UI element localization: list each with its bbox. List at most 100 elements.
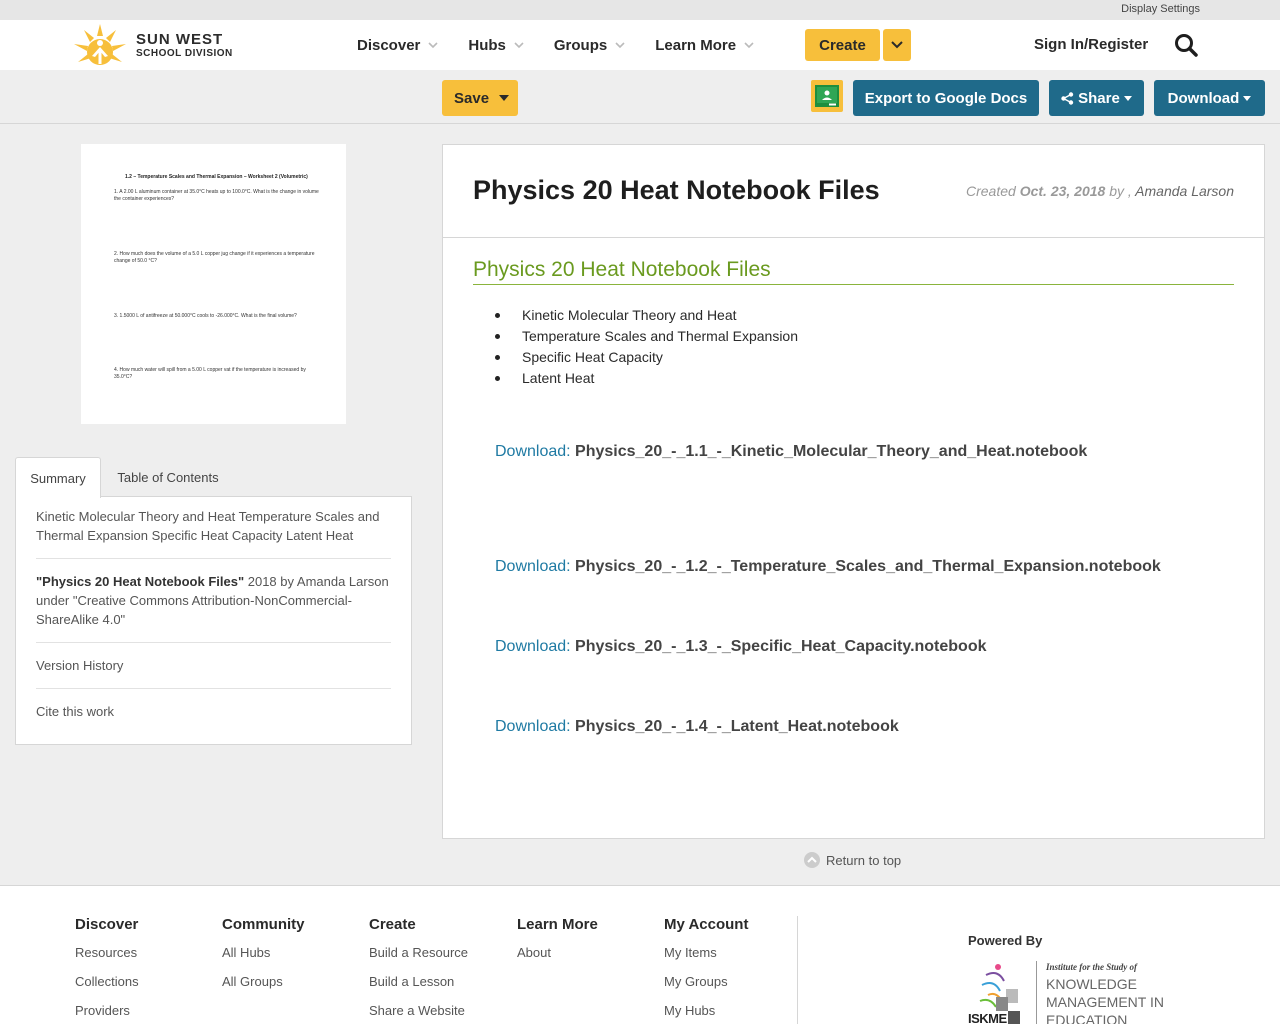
nav-learn-more[interactable]: Learn More bbox=[655, 37, 754, 54]
export-google-docs-button[interactable]: Export to Google Docs bbox=[853, 80, 1039, 116]
download-link[interactable]: Download: bbox=[495, 718, 575, 735]
footer-link[interactable]: All Hubs bbox=[222, 945, 305, 974]
file-name[interactable]: Physics_20_-_1.4_-_Latent_Heat.notebook bbox=[575, 718, 899, 735]
footer-link[interactable]: Build a Resource bbox=[369, 945, 468, 974]
google-classroom-icon[interactable] bbox=[811, 80, 843, 112]
divider bbox=[36, 642, 391, 643]
caret-down-icon bbox=[1123, 95, 1132, 101]
footer-link[interactable]: Resources bbox=[75, 945, 139, 974]
thumbnail-question: 4. How much water will spill from a 5.00… bbox=[114, 367, 306, 380]
footer-link[interactable]: Share a Website bbox=[369, 1003, 468, 1024]
summary-text: Kinetic Molecular Theory and Heat Temper… bbox=[36, 509, 380, 543]
footer-link[interactable]: My Groups bbox=[664, 974, 748, 1003]
created-date: Oct. 23, 2018 bbox=[1019, 183, 1106, 199]
chevron-down-icon bbox=[744, 42, 754, 49]
download-line: Download: Physics_20_-_1.3_-_Specific_He… bbox=[495, 638, 987, 656]
sidebar-tabs: Summary Table of Contents bbox=[15, 457, 412, 498]
nav-hubs[interactable]: Hubs bbox=[468, 37, 524, 54]
iskme-line1: KNOWLEDGE bbox=[1046, 976, 1138, 992]
return-to-top-link[interactable]: Return to top bbox=[804, 852, 901, 868]
footer-heading: Discover bbox=[75, 916, 139, 933]
thumbnail-question: 2. How much does the volume of a 5.0 L c… bbox=[114, 251, 315, 264]
site-footer: Discover Resources Collections Providers… bbox=[0, 885, 1280, 1024]
footer-column-learn-more: Learn More About bbox=[517, 916, 598, 974]
chevron-down-icon bbox=[428, 42, 438, 49]
display-settings-link[interactable]: Display Settings bbox=[1121, 3, 1200, 15]
thumbnail-title: 1.2 – Temperature Scales and Thermal Exp… bbox=[125, 174, 308, 180]
footer-column-community: Community All Hubs All Groups bbox=[222, 916, 305, 1003]
cite-this-work-link[interactable]: Cite this work bbox=[36, 702, 391, 721]
tab-summary[interactable]: Summary bbox=[15, 457, 101, 498]
topic-list: Kinetic Molecular Theory and Heat Temper… bbox=[494, 305, 798, 389]
iskme-logo[interactable]: ISKME Institute for the Study of KNOWLED… bbox=[968, 961, 1178, 1024]
footer-heading: My Account bbox=[664, 916, 749, 933]
footer-divider bbox=[797, 916, 798, 1024]
nav-discover[interactable]: Discover bbox=[357, 37, 438, 54]
iskme-line2: MANAGEMENT IN bbox=[1046, 994, 1164, 1010]
footer-link[interactable]: Build a Lesson bbox=[369, 974, 468, 1003]
page-title: Physics 20 Heat Notebook Files bbox=[473, 175, 880, 205]
thumbnail-question: 1. A 2.00 L aluminum container at 35.0°C… bbox=[114, 189, 319, 202]
footer-link[interactable]: About bbox=[517, 945, 598, 974]
footer-link[interactable]: Collections bbox=[75, 974, 139, 1003]
divider bbox=[36, 558, 391, 559]
download-link[interactable]: Download: bbox=[495, 443, 575, 460]
created-meta: Created Oct. 23, 2018 by , Amanda Larson bbox=[966, 183, 1234, 199]
section-title: Physics 20 Heat Notebook Files bbox=[473, 258, 1234, 285]
search-icon[interactable] bbox=[1173, 32, 1199, 58]
sign-in-register-link[interactable]: Sign In/Register bbox=[1034, 36, 1148, 53]
download-link[interactable]: Download: bbox=[495, 638, 575, 655]
nav-groups[interactable]: Groups bbox=[554, 37, 625, 54]
create-button[interactable]: Create bbox=[805, 29, 880, 61]
thumbnail-question: 3. 1.5000 L of antifreeze at 50.000°C co… bbox=[114, 313, 297, 319]
footer-heading: Create bbox=[369, 916, 416, 933]
author-name[interactable]: Amanda Larson bbox=[1135, 183, 1234, 199]
resource-header: Physics 20 Heat Notebook Files Created O… bbox=[443, 145, 1264, 238]
caret-down-icon bbox=[1243, 95, 1252, 101]
iskme-mark-text: ISKME bbox=[968, 1011, 1007, 1024]
share-button[interactable]: Share bbox=[1049, 80, 1144, 116]
resource-thumbnail[interactable]: 1.2 – Temperature Scales and Thermal Exp… bbox=[81, 144, 346, 424]
main-nav: Discover Hubs Groups Learn More bbox=[357, 20, 784, 70]
divider bbox=[36, 688, 391, 689]
tab-table-of-contents[interactable]: Table of Contents bbox=[110, 457, 226, 497]
resource-content: Physics 20 Heat Notebook Files Created O… bbox=[442, 144, 1265, 839]
share-icon bbox=[1061, 91, 1074, 105]
chevron-down-icon bbox=[891, 41, 903, 49]
site-header: SUN WEST SCHOOL DIVISION Discover Hubs G… bbox=[0, 20, 1280, 70]
brand-line-2: SCHOOL DIVISION bbox=[136, 47, 233, 59]
footer-heading: Community bbox=[222, 916, 305, 933]
attribution: "Physics 20 Heat Notebook Files" 2018 by… bbox=[36, 574, 389, 627]
download-line: Download: Physics_20_-_1.2_-_Temperature… bbox=[495, 558, 1161, 576]
footer-column-discover: Discover Resources Collections Providers bbox=[75, 916, 139, 1024]
footer-link[interactable]: My Items bbox=[664, 945, 748, 974]
summary-panel: Kinetic Molecular Theory and Heat Temper… bbox=[15, 496, 412, 745]
chevron-down-icon bbox=[514, 42, 524, 49]
footer-link[interactable]: Providers bbox=[75, 1003, 139, 1024]
footer-column-my-account: My Account My Items My Groups My Hubs bbox=[664, 916, 748, 1024]
save-button[interactable]: Save bbox=[442, 80, 518, 116]
download-link[interactable]: Download: bbox=[495, 558, 575, 575]
site-logo[interactable]: SUN WEST SCHOOL DIVISION bbox=[70, 20, 233, 70]
download-line: Download: Physics_20_-_1.1_-_Kinetic_Mol… bbox=[495, 443, 1087, 461]
version-history-link[interactable]: Version History bbox=[36, 656, 391, 675]
create-menu-toggle[interactable] bbox=[883, 29, 911, 61]
file-name[interactable]: Physics_20_-_1.1_-_Kinetic_Molecular_The… bbox=[575, 443, 1087, 460]
sun-logo-icon bbox=[74, 24, 126, 65]
iskme-tagline: Institute for the Study of bbox=[1046, 962, 1138, 972]
chevron-down-icon bbox=[615, 42, 625, 49]
brand-line-1: SUN WEST bbox=[136, 30, 224, 48]
footer-link[interactable]: All Groups bbox=[222, 974, 305, 1003]
download-button[interactable]: Download bbox=[1154, 80, 1265, 116]
iskme-line3: EDUCATION bbox=[1046, 1012, 1128, 1024]
file-name[interactable]: Physics_20_-_1.3_-_Specific_Heat_Capacit… bbox=[575, 638, 986, 655]
footer-column-create: Create Build a Resource Build a Lesson S… bbox=[369, 916, 468, 1024]
resource-toolbar: Save Export to Google Docs Share Downloa… bbox=[0, 70, 1280, 124]
list-item: Specific Heat Capacity bbox=[494, 347, 798, 368]
list-item: Kinetic Molecular Theory and Heat bbox=[494, 305, 798, 326]
file-name[interactable]: Physics_20_-_1.2_-_Temperature_Scales_an… bbox=[575, 558, 1161, 575]
chevron-up-icon bbox=[804, 852, 820, 868]
list-item: Temperature Scales and Thermal Expansion bbox=[494, 326, 798, 347]
utility-bar: Display Settings bbox=[0, 0, 1280, 20]
footer-link[interactable]: My Hubs bbox=[664, 1003, 748, 1024]
